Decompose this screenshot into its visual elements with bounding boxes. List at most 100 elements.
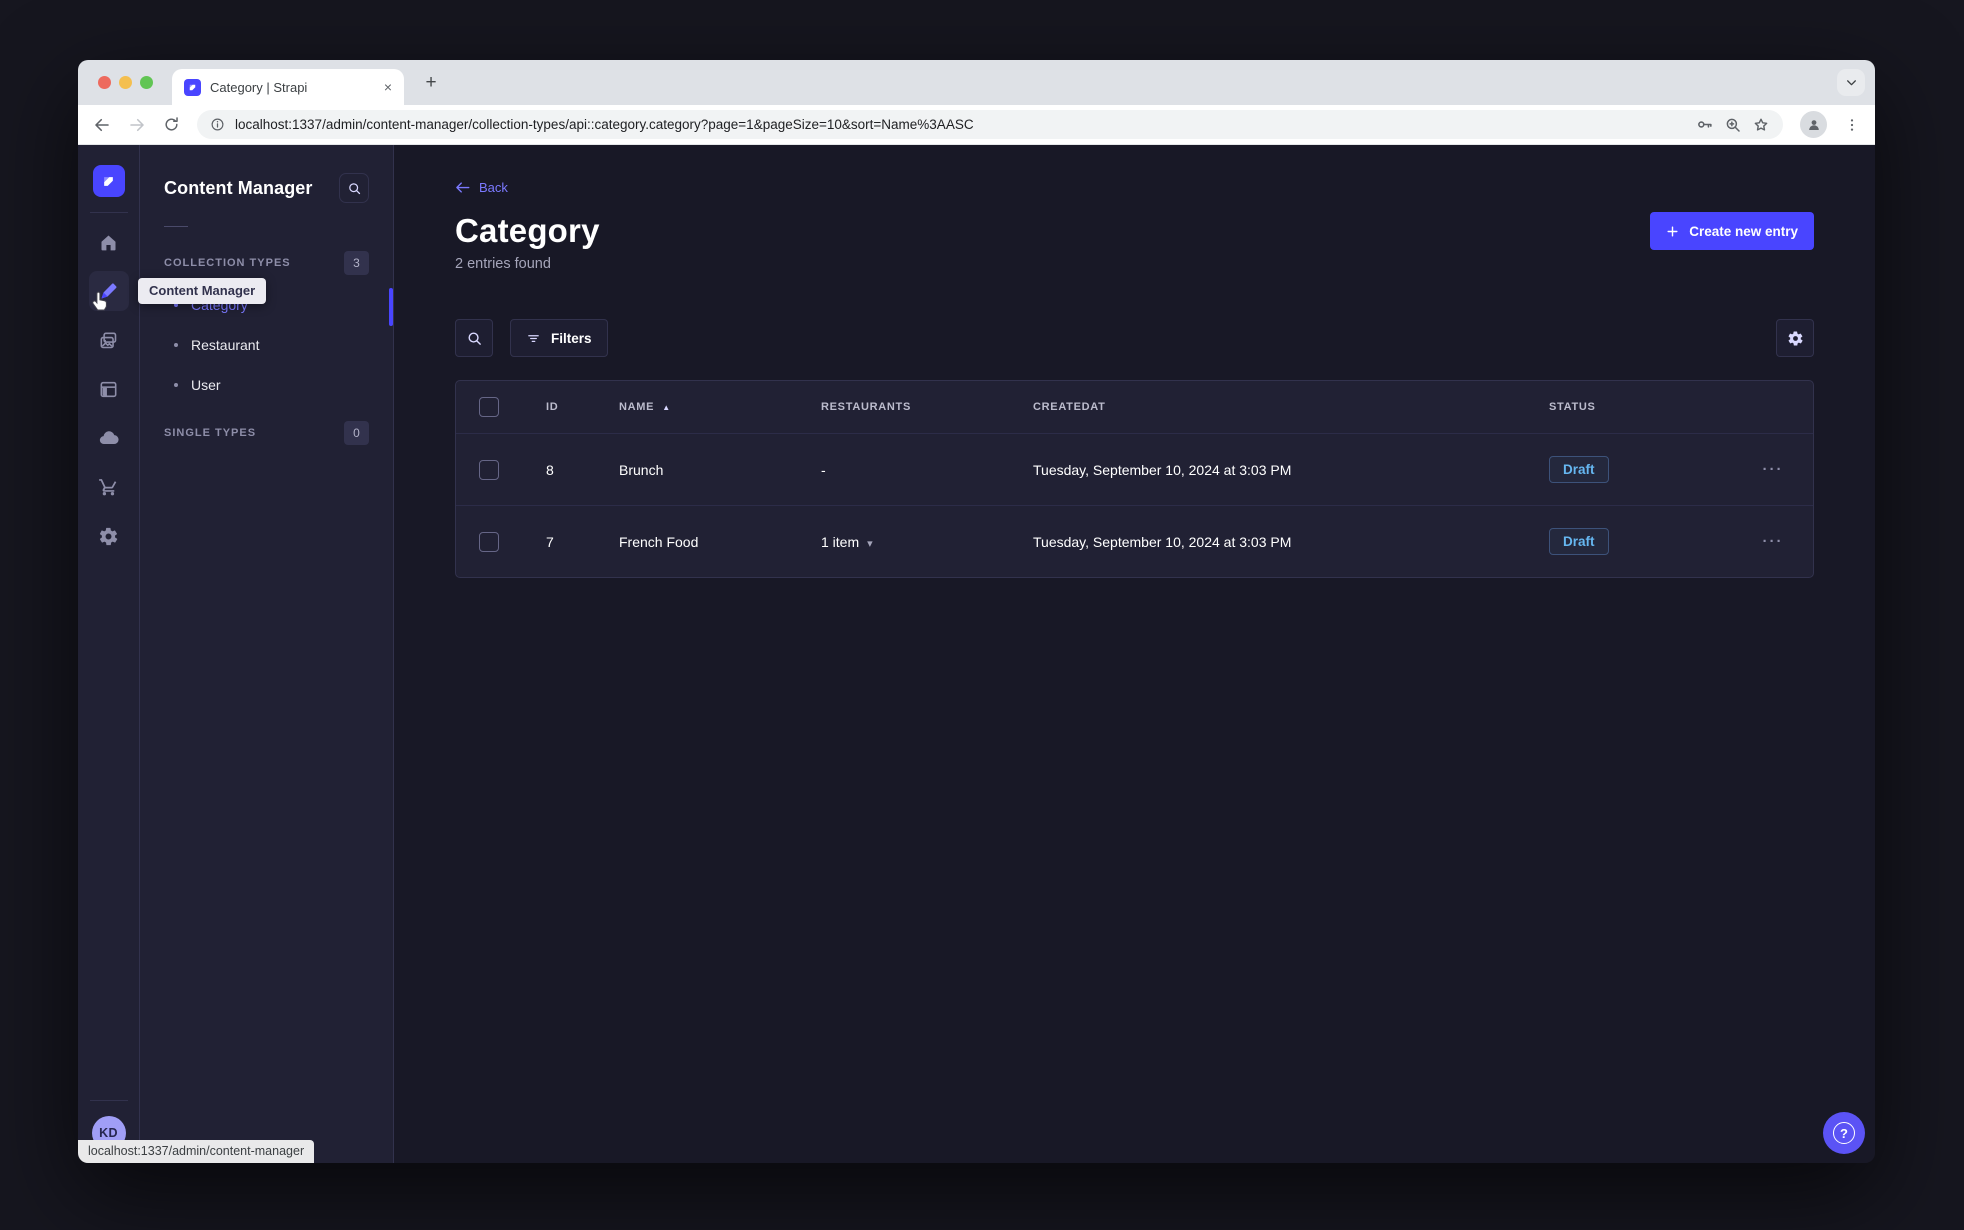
- sort-asc-icon: ▲: [662, 402, 671, 412]
- nav-marketplace-button[interactable]: [89, 467, 129, 507]
- status-bar-link-preview: localhost:1337/admin/content-manager: [78, 1140, 315, 1163]
- entries-table: ID NAME ▲ RESTAURANTS CREATEDAT STATUS 8 …: [455, 380, 1814, 578]
- sidebar-item-restaurant[interactable]: Restaurant: [164, 325, 369, 365]
- column-header-id[interactable]: ID: [522, 401, 595, 413]
- row-checkbox[interactable]: [479, 531, 499, 552]
- bullet-icon: [174, 383, 178, 387]
- nav-home-button[interactable]: [89, 222, 129, 262]
- back-label: Back: [479, 180, 508, 195]
- minimize-window-button[interactable]: [119, 76, 132, 89]
- sidebar-search-button[interactable]: [339, 173, 369, 203]
- cell-createdat: Tuesday, September 10, 2024 at 3:03 PM: [1033, 533, 1292, 550]
- sidebar-item-label: User: [191, 377, 221, 393]
- cell-name: Brunch: [619, 461, 664, 478]
- zoom-window-button[interactable]: [140, 76, 153, 89]
- browser-menu-kebab-icon[interactable]: [1844, 117, 1860, 133]
- strapi-favicon-icon: [184, 78, 201, 96]
- sidebar-item-user[interactable]: User: [164, 365, 369, 405]
- active-item-indicator: [389, 288, 393, 326]
- arrow-left-icon: [456, 182, 470, 193]
- url-text: localhost:1337/admin/content-manager/col…: [235, 117, 974, 132]
- forward-icon[interactable]: [128, 116, 146, 134]
- caret-down-icon: ▾: [867, 537, 873, 550]
- filters-label: Filters: [551, 330, 592, 346]
- browser-tab[interactable]: Category | Strapi ×: [172, 69, 404, 105]
- back-link[interactable]: Back: [455, 180, 508, 195]
- collection-types-label: COLLECTION TYPES: [164, 257, 291, 269]
- sidebar-item-label: Restaurant: [191, 337, 260, 353]
- password-key-icon[interactable]: [1695, 115, 1714, 134]
- nav-media-library-button[interactable]: [89, 320, 129, 360]
- tab-strip: Category | Strapi × +: [78, 60, 1875, 105]
- back-icon[interactable]: [93, 116, 111, 134]
- entries-count: 2 entries found: [455, 256, 551, 272]
- list-toolbar: Filters: [455, 319, 1814, 357]
- column-header-createdat[interactable]: CREATEDAT: [1009, 401, 1525, 413]
- bookmark-star-icon[interactable]: [1752, 116, 1770, 134]
- row-actions-button[interactable]: ···: [1763, 461, 1784, 478]
- traffic-lights: [98, 76, 153, 89]
- table-header-row: ID NAME ▲ RESTAURANTS CREATEDAT STATUS: [456, 381, 1813, 433]
- browser-profile-button[interactable]: [1800, 111, 1827, 138]
- cell-name: French Food: [619, 533, 699, 550]
- rail-divider: [89, 1100, 128, 1101]
- strapi-logo[interactable]: [92, 165, 125, 197]
- page-info-icon[interactable]: [210, 117, 225, 132]
- table-search-button[interactable]: [455, 319, 493, 357]
- single-types-count-badge: 0: [344, 421, 369, 445]
- row-actions-button[interactable]: ···: [1763, 533, 1784, 550]
- cell-restaurants: -: [821, 461, 826, 478]
- reload-icon[interactable]: [163, 116, 180, 133]
- bullet-icon: [174, 343, 178, 347]
- create-new-entry-button[interactable]: Create new entry: [1650, 212, 1814, 250]
- plus-icon: [1667, 225, 1678, 237]
- media-library-icon: [100, 332, 117, 348]
- nav-cloud-button[interactable]: [89, 418, 129, 458]
- new-tab-button[interactable]: +: [418, 70, 444, 96]
- rail-divider: [89, 212, 128, 213]
- chevron-down-icon: [1846, 80, 1856, 86]
- url-input[interactable]: localhost:1337/admin/content-manager/col…: [197, 110, 1783, 139]
- home-icon: [101, 235, 116, 250]
- question-icon: ?: [1833, 1122, 1855, 1144]
- tab-close-icon[interactable]: ×: [384, 80, 392, 94]
- content-manager-tooltip: Content Manager: [138, 278, 267, 304]
- cloud-icon: [99, 431, 119, 445]
- tab-title: Category | Strapi: [210, 79, 308, 95]
- strapi-app: KD Content Manager COLLECTION TYPES 3 Ca…: [78, 145, 1875, 1163]
- column-header-status[interactable]: STATUS: [1525, 401, 1733, 413]
- cell-restaurants[interactable]: 1 item ▾: [797, 534, 1009, 550]
- gear-icon: [1788, 330, 1803, 346]
- gear-icon: [99, 527, 118, 545]
- zoom-icon[interactable]: [1724, 116, 1742, 134]
- single-types-label: SINGLE TYPES: [164, 427, 257, 439]
- close-window-button[interactable]: [98, 76, 111, 89]
- tab-search-button[interactable]: [1837, 69, 1865, 96]
- table-row[interactable]: 7 French Food 1 item ▾ Tuesday, September…: [456, 505, 1813, 577]
- cell-id: 7: [546, 533, 554, 550]
- help-button[interactable]: ?: [1823, 1112, 1865, 1154]
- search-icon: [348, 182, 360, 194]
- view-settings-button[interactable]: [1776, 319, 1814, 357]
- column-header-restaurants[interactable]: RESTAURANTS: [797, 401, 1009, 413]
- cursor-hand-icon: [92, 291, 107, 311]
- content-type-builder-icon: [100, 381, 117, 397]
- row-checkbox[interactable]: [479, 459, 499, 480]
- column-header-name[interactable]: NAME ▲: [595, 401, 797, 413]
- status-badge: Draft: [1549, 456, 1609, 483]
- table-row[interactable]: 8 Brunch - Tuesday, September 10, 2024 a…: [456, 433, 1813, 505]
- collection-types-count-badge: 3: [344, 251, 369, 275]
- select-all-checkbox[interactable]: [479, 397, 499, 417]
- filters-button[interactable]: Filters: [510, 319, 608, 357]
- person-icon: [1808, 119, 1819, 130]
- page-title: Category: [455, 212, 600, 249]
- status-badge: Draft: [1549, 528, 1609, 555]
- sidebar-divider: [164, 226, 188, 227]
- cell-createdat: Tuesday, September 10, 2024 at 3:03 PM: [1033, 461, 1292, 478]
- filter-icon: [528, 334, 539, 342]
- sidebar-title: Content Manager: [164, 177, 313, 198]
- main-content: Back Category Create new entry 2 entries…: [394, 145, 1875, 1163]
- nav-content-type-builder-button[interactable]: [89, 369, 129, 409]
- nav-settings-button[interactable]: [89, 516, 129, 556]
- create-new-entry-label: Create new entry: [1689, 223, 1798, 239]
